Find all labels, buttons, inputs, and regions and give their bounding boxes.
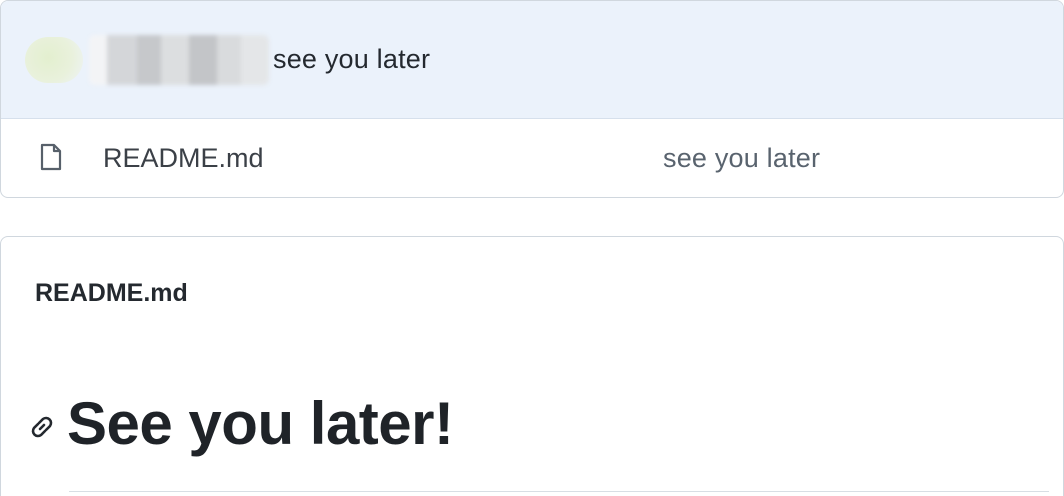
file-row[interactable]: README.md see you later [1, 119, 1063, 197]
readme-heading-row: See you later! [25, 389, 454, 458]
readme-panel: README.md See you later! [0, 236, 1064, 496]
heading-divider [69, 491, 1049, 492]
latest-commit-header: see you later [1, 1, 1063, 119]
author-avatar[interactable] [25, 36, 83, 83]
readme-title: README.md [35, 279, 188, 307]
file-commit-message[interactable]: see you later [663, 143, 820, 174]
latest-commit-message[interactable]: see you later [273, 44, 430, 75]
author-name-redacted [89, 34, 269, 85]
readme-heading: See you later! [67, 390, 454, 457]
file-icon [37, 142, 65, 172]
link-icon[interactable] [25, 410, 59, 444]
file-browser: see you later README.md see you later [0, 0, 1064, 198]
file-name-link[interactable]: README.md [103, 143, 663, 174]
repository-page: see you later README.md see you later RE… [0, 0, 1064, 496]
